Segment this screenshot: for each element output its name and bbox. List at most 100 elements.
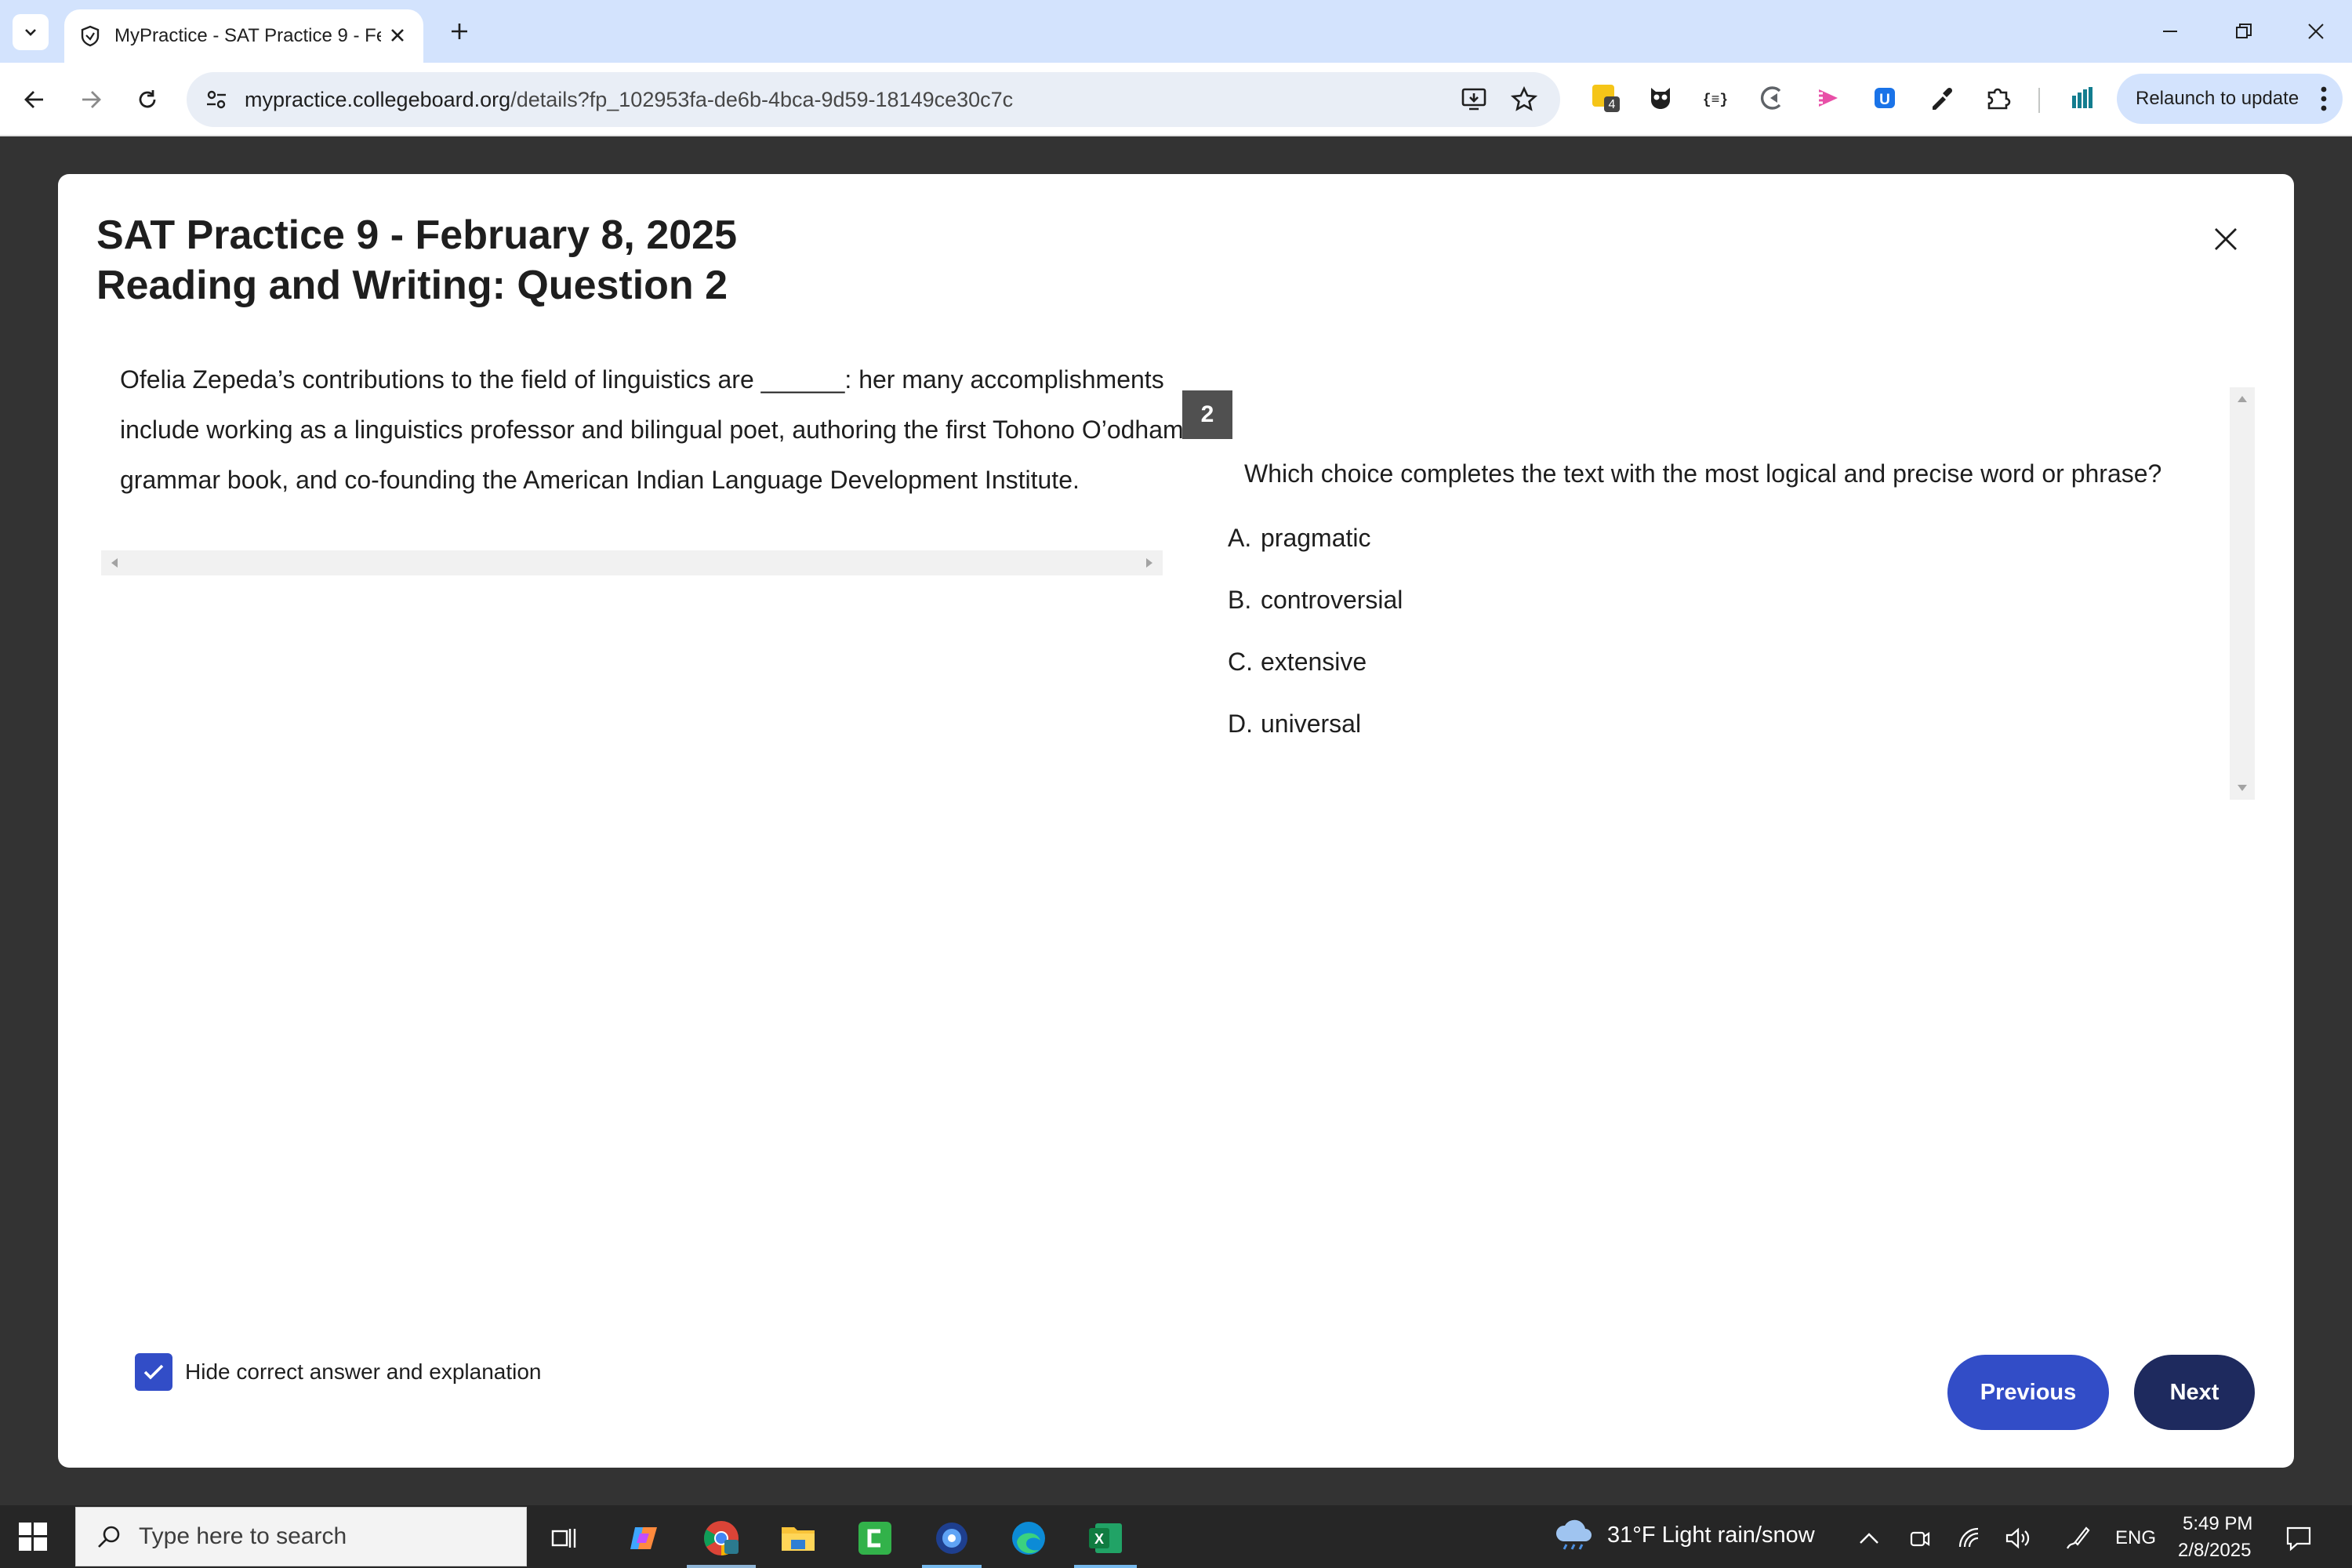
choice-text: universal xyxy=(1261,710,1362,738)
scroll-right-icon xyxy=(1146,558,1152,568)
answer-choice-d[interactable]: D. universal xyxy=(1228,710,1403,771)
weather-widget[interactable]: 31°F Light rain/snow xyxy=(1552,1518,1815,1552)
answer-choice-c[interactable]: C. extensive xyxy=(1228,648,1403,710)
plus-icon xyxy=(452,24,467,39)
choice-text: controversial xyxy=(1261,586,1403,614)
hide-answer-checkbox[interactable] xyxy=(135,1353,172,1391)
site-settings-icon[interactable] xyxy=(202,85,230,114)
dialog-title: SAT Practice 9 - February 8, 2025 Readin… xyxy=(96,210,737,310)
scroll-up-icon xyxy=(2238,396,2247,402)
clock-time[interactable]: 5:49 PM xyxy=(2183,1513,2252,1535)
cloud-rain-snow-icon xyxy=(1555,1519,1592,1550)
tab-close-button[interactable] xyxy=(386,24,409,47)
svg-text:U: U xyxy=(1879,92,1890,108)
new-tab-button[interactable] xyxy=(444,16,475,47)
language-indicator[interactable]: ENG xyxy=(2115,1527,2156,1549)
app-circle-icon[interactable] xyxy=(930,1516,974,1560)
url-text: mypractice.collegeboard.org/details?fp_1… xyxy=(245,88,1013,112)
question-vertical-scrollbar[interactable] xyxy=(2230,387,2255,800)
site-favicon-shield-icon xyxy=(81,25,100,47)
choice-letter: B. xyxy=(1228,586,1252,614)
chrome-active-indicator xyxy=(687,1565,756,1568)
relaunch-label: Relaunch to update xyxy=(2136,88,2299,109)
question-stem: Which choice completes the text with the… xyxy=(1244,459,2162,488)
arrow-right-icon xyxy=(82,91,101,108)
browser-toolbar: mypractice.collegeboard.org/details?fp_1… xyxy=(0,63,2352,136)
reload-button[interactable] xyxy=(129,81,166,118)
clock-date[interactable]: 2/8/2025 xyxy=(2178,1540,2251,1562)
svg-text:{≡}: {≡} xyxy=(1703,93,1728,108)
notifications-icon[interactable] xyxy=(2283,1523,2314,1554)
chrome-taskbar-icon[interactable] xyxy=(699,1516,743,1560)
answer-choice-a[interactable]: A. pragmatic xyxy=(1228,524,1403,586)
bookmark-star-icon[interactable] xyxy=(1508,84,1540,115)
search-placeholder: Type here to search xyxy=(139,1523,347,1549)
passage-horizontal-scrollbar[interactable] xyxy=(101,550,1163,575)
window-close-button[interactable] xyxy=(2297,13,2335,50)
url-host: mypractice.collegeboard.org xyxy=(245,87,511,111)
tab-search-button[interactable] xyxy=(13,14,49,50)
extension-play-icon[interactable] xyxy=(1811,81,1846,115)
close-dialog-button[interactable] xyxy=(2206,220,2245,259)
taskbar-search-box[interactable]: Type here to search xyxy=(75,1507,527,1566)
dialog-title-question: Reading and Writing: Question 2 xyxy=(96,263,728,308)
question-number-badge: 2 xyxy=(1182,390,1232,439)
copilot-icon[interactable] xyxy=(622,1516,666,1560)
start-button[interactable] xyxy=(19,1523,47,1555)
extension-badge: 4 xyxy=(1609,98,1616,111)
page-backdrop: SAT Practice 9 - February 8, 2025 Readin… xyxy=(0,136,2352,1505)
dialog-title-test: SAT Practice 9 - February 8, 2025 xyxy=(96,212,737,258)
extension-json-icon[interactable]: {≡} xyxy=(1698,81,1733,115)
weather-text: 31°F Light rain/snow xyxy=(1607,1522,1815,1548)
choice-letter: C. xyxy=(1228,648,1253,676)
hide-answer-toggle[interactable]: Hide correct answer and explanation xyxy=(135,1353,541,1391)
task-view-icon[interactable] xyxy=(543,1516,586,1560)
volume-icon[interactable] xyxy=(2002,1523,2034,1554)
close-icon xyxy=(2215,228,2237,250)
close-icon xyxy=(2308,24,2324,39)
scroll-left-icon xyxy=(111,558,118,568)
relaunch-to-update-button[interactable]: Relaunch to update xyxy=(2117,74,2343,124)
svg-text:X: X xyxy=(1094,1531,1104,1547)
file-explorer-icon[interactable] xyxy=(776,1516,820,1560)
previous-button[interactable]: Previous xyxy=(1947,1355,2109,1430)
close-icon xyxy=(391,29,404,42)
toolbar-divider xyxy=(2038,88,2040,113)
scroll-down-icon xyxy=(2238,785,2247,791)
window-minimize-button[interactable] xyxy=(2151,13,2189,50)
forward-button[interactable] xyxy=(72,81,110,118)
extension-arc-icon[interactable] xyxy=(1755,81,1789,115)
browser-tab-strip: MyPractice - SAT Practice 9 - February 8… xyxy=(0,0,2352,63)
extension-u-icon[interactable]: U xyxy=(1867,81,1902,115)
extension-bars-icon[interactable] xyxy=(2065,81,2100,115)
extensions-puzzle-icon[interactable] xyxy=(1980,81,2015,115)
extension-notes-icon[interactable]: 4 xyxy=(1588,81,1623,115)
install-app-icon[interactable] xyxy=(1458,84,1490,115)
reload-icon xyxy=(139,90,156,108)
answer-choices: A. pragmatic B. controversial C. extensi… xyxy=(1228,524,1403,771)
arrow-left-icon xyxy=(24,91,43,108)
camtasia-icon[interactable] xyxy=(853,1516,897,1560)
next-button[interactable]: Next xyxy=(2134,1355,2255,1430)
choice-letter: D. xyxy=(1228,710,1253,738)
address-bar[interactable]: mypractice.collegeboard.org/details?fp_1… xyxy=(187,72,1560,127)
restore-icon xyxy=(2236,24,2252,38)
search-icon xyxy=(98,1526,120,1548)
wifi-icon[interactable] xyxy=(1954,1523,1985,1554)
excel-icon[interactable]: X xyxy=(1083,1516,1127,1560)
edge-browser-icon[interactable] xyxy=(1007,1516,1051,1560)
eyedropper-icon[interactable] xyxy=(1924,81,1958,115)
chevron-down-icon xyxy=(25,29,36,36)
browser-tab-active[interactable]: MyPractice - SAT Practice 9 - February 8… xyxy=(64,9,423,63)
choice-text: extensive xyxy=(1261,648,1367,676)
window-restore-button[interactable] xyxy=(2225,13,2263,50)
pen-ink-icon[interactable] xyxy=(2062,1523,2093,1554)
chevron-up-icon[interactable] xyxy=(1853,1523,1885,1554)
answer-choice-b[interactable]: B. controversial xyxy=(1228,586,1403,648)
app-circle-active-indicator xyxy=(922,1565,982,1568)
choice-text: pragmatic xyxy=(1261,524,1371,552)
extension-owl-icon[interactable] xyxy=(1643,81,1678,115)
meet-now-icon[interactable] xyxy=(1904,1523,1935,1554)
back-button[interactable] xyxy=(16,81,53,118)
windows-logo-icon xyxy=(19,1523,47,1551)
